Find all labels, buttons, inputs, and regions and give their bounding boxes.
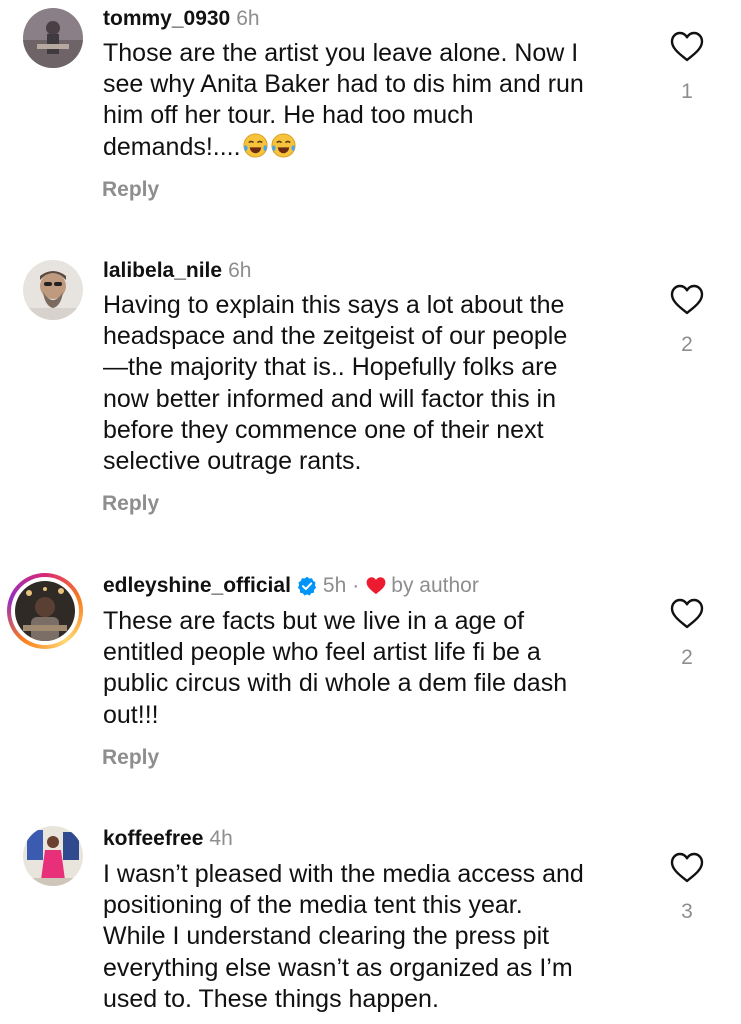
heart-outline-icon[interactable]: [670, 284, 704, 316]
comment-text: These are facts but we live in a age of …: [103, 607, 568, 729]
username[interactable]: tommy_0930: [103, 6, 230, 32]
separator: ·: [352, 574, 360, 597]
comment-text-body: Those are the artist you leave alone. No…: [103, 39, 584, 161]
reply-button[interactable]: Reply: [102, 178, 159, 202]
timestamp: 5h: [322, 574, 347, 597]
like-count: 2: [681, 646, 693, 669]
author-like-badge: by author: [391, 574, 479, 597]
comment-meta: edleyshine_official 5h · by author: [103, 573, 479, 599]
username[interactable]: koffeefree: [103, 826, 203, 852]
heart-outline-icon[interactable]: [670, 852, 704, 884]
username[interactable]: lalibela_nile: [103, 258, 222, 284]
comment-meta: koffeefree 4h: [103, 826, 233, 852]
like-count: 2: [681, 333, 693, 356]
joy-emoji-icon: [243, 133, 268, 158]
verified-badge-icon: [297, 576, 317, 596]
like-count: 1: [681, 80, 693, 103]
reply-button[interactable]: Reply: [102, 492, 159, 516]
heart-outline-icon[interactable]: [670, 598, 704, 630]
comment-meta: lalibela_nile 6h: [103, 258, 251, 284]
avatar[interactable]: [23, 8, 83, 68]
heart-filled-icon: [366, 577, 386, 595]
comment-meta: tommy_0930 6h: [103, 6, 260, 32]
avatar: [15, 581, 75, 641]
timestamp: 6h: [228, 259, 252, 282]
avatar[interactable]: [23, 260, 83, 320]
joy-emoji-icon: [271, 133, 296, 158]
story-ring[interactable]: [7, 573, 83, 649]
avatar[interactable]: [23, 826, 83, 886]
comment-text: Having to explain this says a lot about …: [103, 291, 568, 476]
username[interactable]: edleyshine_official: [103, 573, 291, 599]
timestamp: 4h: [209, 827, 233, 850]
timestamp: 6h: [236, 7, 260, 30]
like-count: 3: [681, 900, 693, 923]
comment-text: I wasn’t pleased with the media access a…: [103, 860, 584, 1013]
comment-text: Those are the artist you leave alone. No…: [103, 38, 648, 163]
reply-button[interactable]: Reply: [102, 746, 159, 770]
heart-outline-icon[interactable]: [670, 31, 704, 63]
